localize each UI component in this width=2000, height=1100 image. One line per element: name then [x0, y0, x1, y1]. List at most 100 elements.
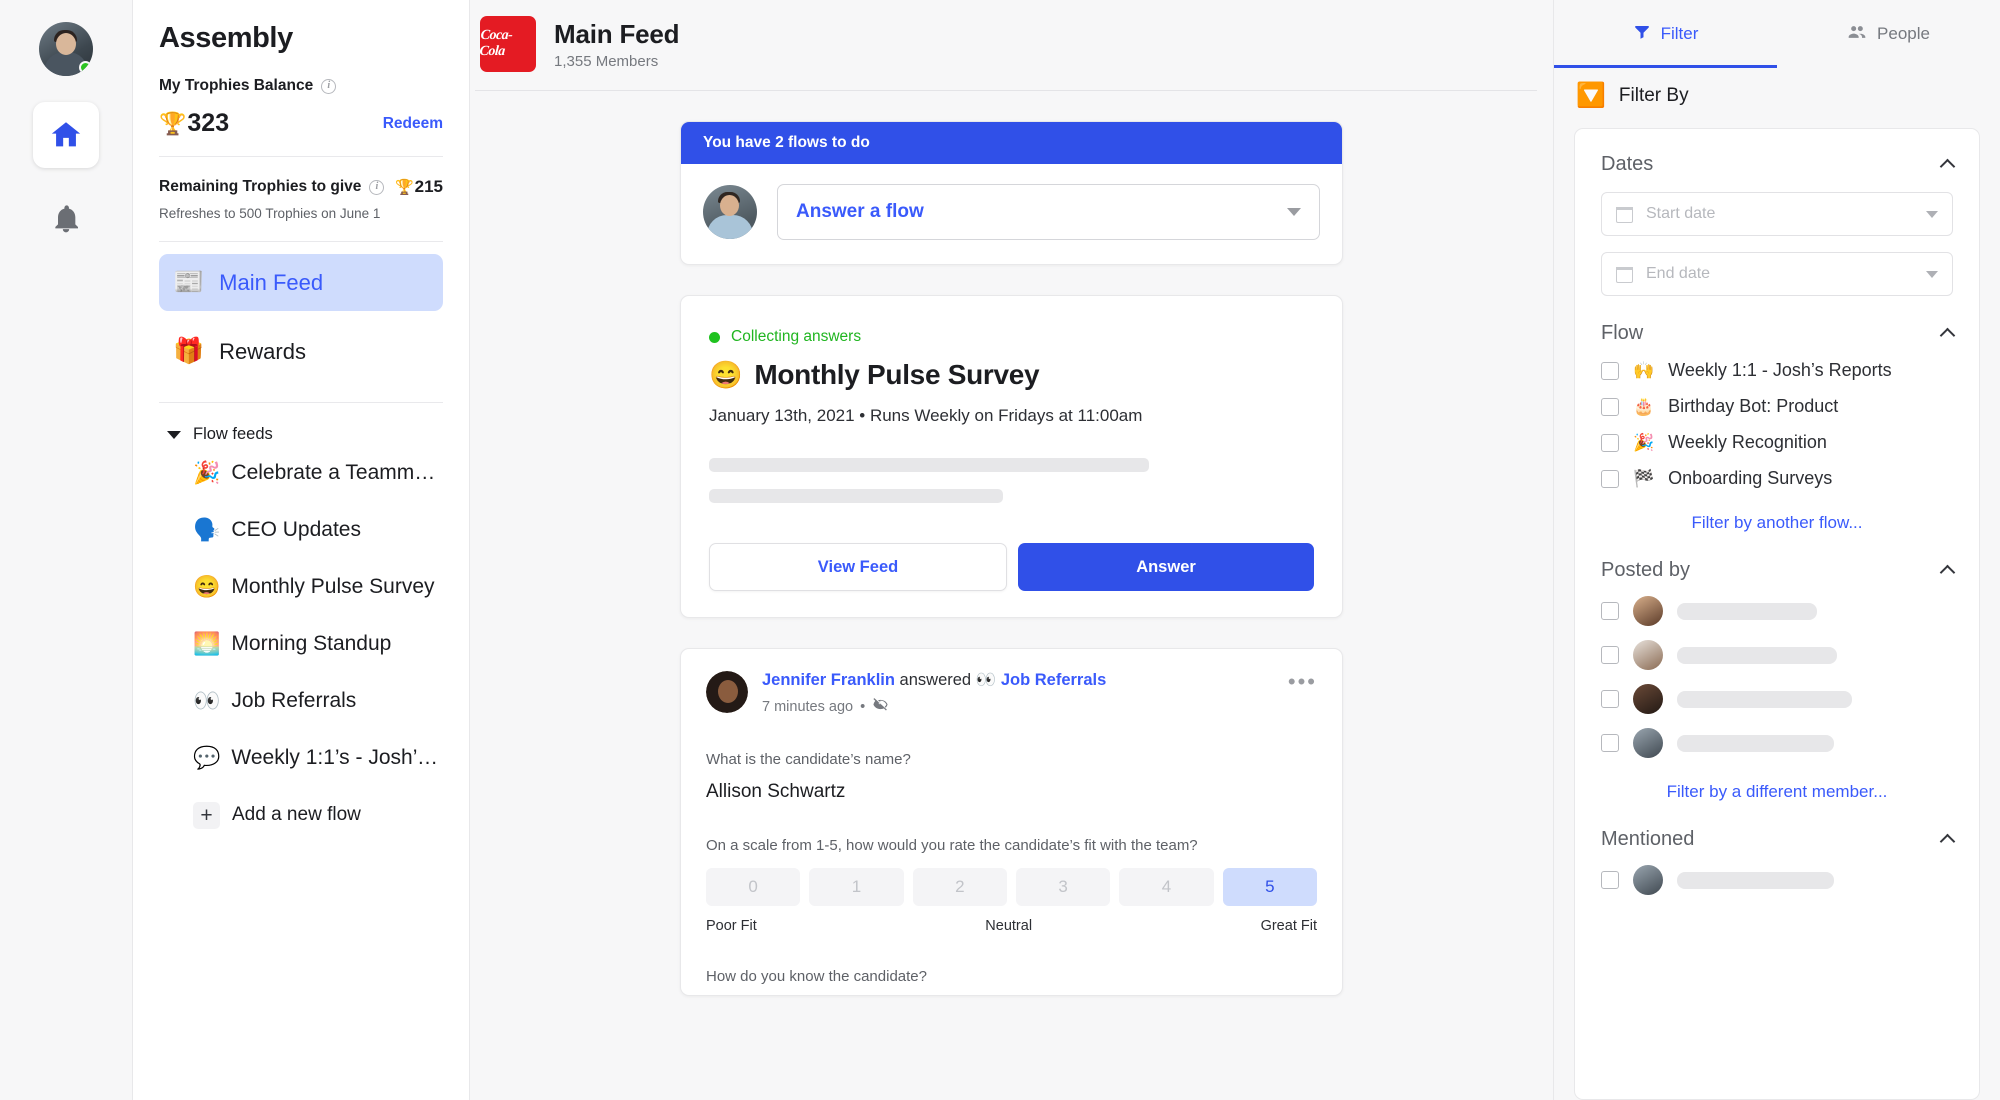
chevron-down-icon — [1287, 208, 1301, 216]
scale-option[interactable]: 0 — [706, 868, 801, 906]
rating-scale: 0 1 2 3 4 5 — [706, 868, 1317, 906]
flow-filter-option[interactable]: 🙌 Weekly 1:1 - Josh’s Reports — [1601, 360, 1953, 381]
chevron-up-icon — [1939, 833, 1956, 850]
posted-by-option[interactable] — [1601, 640, 1953, 670]
placeholder-line — [1677, 734, 1834, 752]
checkbox[interactable] — [1601, 469, 1619, 488]
filter-by-header: 🔽 Filter By — [1554, 68, 2000, 128]
checkbox[interactable] — [1601, 871, 1619, 889]
trophies-balance-header: My Trophies Balance i — [159, 77, 443, 95]
view-feed-button[interactable]: View Feed — [709, 543, 1007, 591]
flow-filter-label: Weekly Recognition — [1668, 432, 1827, 452]
feed-scroll-area[interactable]: You have 2 flows to do Answer a flow Col… — [470, 91, 1553, 1100]
survey-card: Collecting answers 😄 Monthly Pulse Surve… — [680, 295, 1343, 618]
scale-option-selected[interactable]: 5 — [1222, 868, 1317, 906]
remaining-trophies-label-group: Remaining Trophies to give i — [159, 178, 385, 196]
sidebar-flow-label: Weekly 1:1’s - Josh’s Dire... — [231, 745, 443, 769]
sidebar-item-rewards[interactable]: 🎁 Rewards — [159, 323, 443, 380]
end-date-placeholder: End date — [1646, 265, 1711, 282]
tab-filter[interactable]: Filter — [1554, 0, 1777, 68]
birthday-cake-icon: 🎂 — [1633, 397, 1655, 416]
sidebar-item-main-feed[interactable]: 📰 Main Feed — [159, 254, 443, 311]
section-title: Dates — [1601, 153, 1654, 175]
sidebar-flow-item[interactable]: 🎉 Celebrate a Teammate — [159, 444, 443, 501]
remaining-trophies-value-group: 🏆 215 — [395, 177, 443, 197]
sidebar-flow-item[interactable]: 😄 Monthly Pulse Survey — [159, 558, 443, 615]
placeholder-line — [1677, 602, 1817, 620]
section-header-dates[interactable]: Dates — [1601, 153, 1956, 176]
flow-feeds-label: Flow feeds — [193, 425, 273, 443]
section-header-posted-by[interactable]: Posted by — [1601, 559, 1956, 582]
scale-option[interactable]: 1 — [809, 868, 904, 906]
filter-different-member-link[interactable]: Filter by a different member... — [1601, 782, 1953, 802]
start-date-placeholder: Start date — [1646, 205, 1716, 222]
sidebar-flow-item[interactable]: 👀 Job Referrals — [159, 672, 443, 729]
checkbox[interactable] — [1601, 361, 1619, 380]
people-icon — [1847, 22, 1867, 47]
section-flow: Flow 🙌 Weekly 1:1 - Josh’s Reports 🎂 Bir… — [1601, 322, 1956, 533]
filter-by-label: Filter By — [1618, 85, 1689, 106]
scale-option[interactable]: 2 — [912, 868, 1007, 906]
grinning-face-icon: 😄 — [709, 360, 743, 390]
online-status-dot — [79, 61, 92, 74]
end-date-input[interactable]: End date — [1601, 252, 1953, 296]
chevron-up-icon — [1939, 564, 1956, 581]
post-meta: 7 minutes ago • — [762, 696, 1274, 717]
posted-by-option[interactable] — [1601, 728, 1953, 758]
checkbox[interactable] — [1601, 397, 1619, 416]
section-header-flow[interactable]: Flow — [1601, 322, 1956, 345]
checkbox[interactable] — [1601, 433, 1619, 452]
post-timestamp: 7 minutes ago — [762, 698, 854, 715]
flow-filter-option[interactable]: 🎂 Birthday Bot: Product — [1601, 396, 1953, 417]
add-new-flow-button[interactable]: + Add a new flow — [159, 790, 443, 840]
scale-option[interactable]: 4 — [1119, 868, 1214, 906]
party-popper-icon: 🎉 — [1633, 433, 1655, 452]
survey-status: Collecting answers — [709, 328, 1314, 346]
post-flow-link[interactable]: Job Referrals — [1001, 671, 1106, 689]
checkbox[interactable] — [1601, 690, 1619, 708]
post-menu-button[interactable]: ••• — [1288, 671, 1317, 693]
refresh-note: Refreshes to 500 Trophies on June 1 — [159, 206, 443, 242]
flow-filter-option[interactable]: 🎉 Weekly Recognition — [1601, 432, 1953, 453]
checkbox[interactable] — [1601, 602, 1619, 620]
scale-option[interactable]: 3 — [1015, 868, 1111, 906]
posted-by-option[interactable] — [1601, 684, 1953, 714]
page-title: Main Feed — [554, 18, 680, 49]
nav-rail — [0, 0, 133, 1100]
redeem-link[interactable]: Redeem — [383, 115, 443, 133]
sidebar-flow-label: Monthly Pulse Survey — [231, 574, 435, 598]
sidebar-flow-item[interactable]: 🗣️ CEO Updates — [159, 501, 443, 558]
answer-button[interactable]: Answer — [1018, 543, 1314, 591]
newspaper-icon: 📰 — [173, 268, 205, 296]
flow-filter-option[interactable]: 🏁 Onboarding Surveys — [1601, 468, 1953, 489]
chevron-up-icon — [1939, 327, 1956, 344]
sidebar-flow-item[interactable]: 💬 Weekly 1:1’s - Josh’s Dire... — [159, 729, 443, 786]
flow-filter-label: Weekly 1:1 - Josh’s Reports — [1668, 360, 1892, 380]
tab-people[interactable]: People — [1777, 0, 2000, 68]
rail-item-home[interactable] — [33, 102, 99, 168]
post-author-link[interactable]: Jennifer Franklin — [762, 671, 895, 689]
start-date-input[interactable]: Start date — [1601, 192, 1953, 236]
speech-balloon-icon: 💬 — [193, 744, 221, 770]
mentioned-option[interactable] — [1601, 865, 1953, 895]
filter-another-flow-link[interactable]: Filter by another flow... — [1601, 513, 1953, 533]
member-count: 1,355 Members — [554, 52, 659, 70]
post-card: Jennifer Franklin answered 👀 Job Referra… — [680, 648, 1343, 996]
checkbox[interactable] — [1601, 646, 1619, 664]
sidebar-flow-item[interactable]: 🌅 Morning Standup — [159, 615, 443, 672]
avatar[interactable] — [706, 671, 748, 713]
sidebar-divider — [159, 402, 443, 403]
answer-flow-select[interactable]: Answer a flow — [777, 184, 1320, 240]
party-popper-icon: 🎉 — [193, 459, 221, 485]
raising-hands-icon: 🙌 — [1633, 361, 1655, 380]
avatar[interactable] — [39, 22, 93, 76]
flow-feeds-header[interactable]: Flow feeds — [159, 425, 443, 444]
filter-icon — [1633, 23, 1651, 46]
section-header-mentioned[interactable]: Mentioned — [1601, 828, 1956, 851]
checkbox[interactable] — [1601, 734, 1619, 752]
rail-item-notifications[interactable] — [33, 186, 99, 252]
info-icon[interactable]: i — [369, 179, 385, 195]
posted-by-option[interactable] — [1601, 596, 1953, 626]
info-icon[interactable]: i — [321, 78, 337, 94]
placeholder-line — [709, 489, 1003, 503]
